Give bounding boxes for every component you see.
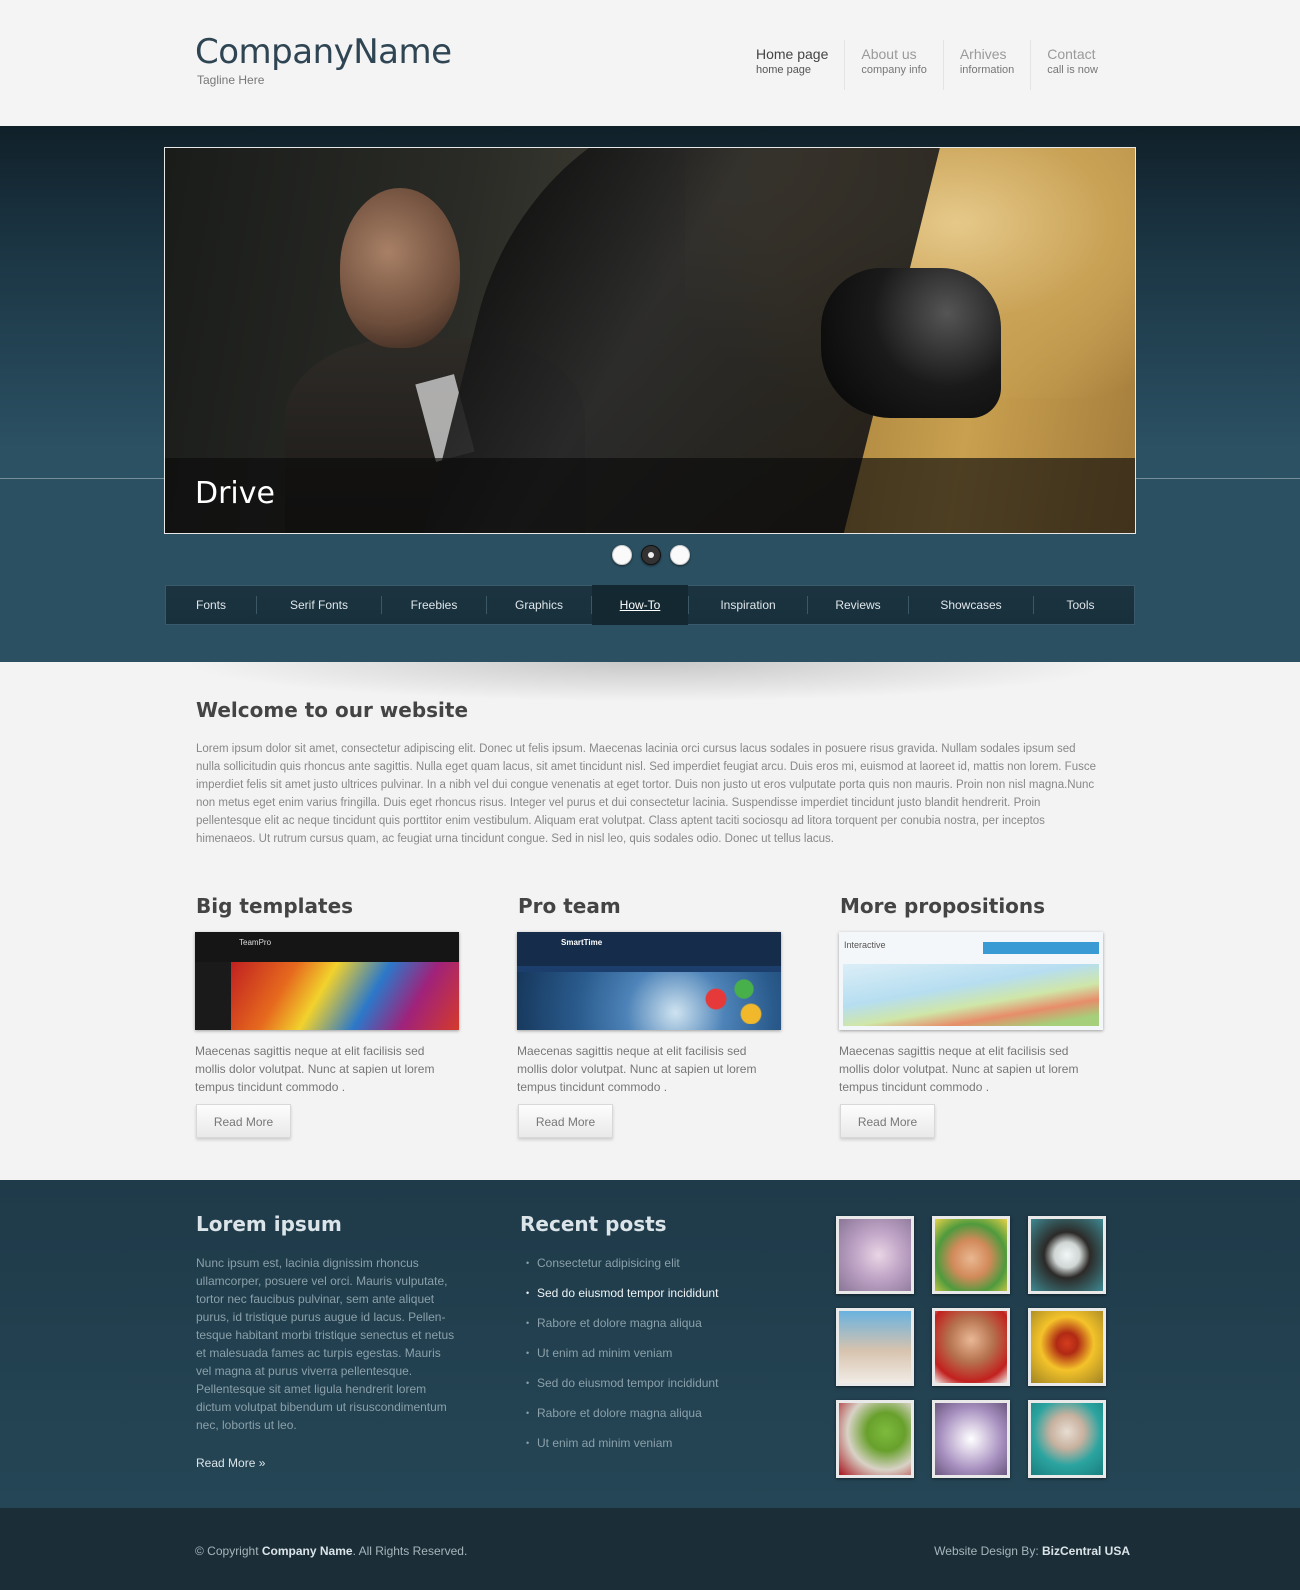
main-nav: Fonts Serif Fonts Freebies Graphics How-… — [165, 585, 1135, 625]
top-nav-label: About us — [861, 46, 917, 62]
bottom-bar: © Copyright Company Name. All Rights Res… — [0, 1508, 1300, 1590]
feature-column-propositions: More propositions Interactive Maecenas s… — [839, 894, 1104, 1138]
gallery-woman-flower-photo[interactable] — [932, 1308, 1010, 1386]
slider-dot-1[interactable] — [612, 545, 632, 565]
thumb-header — [517, 932, 781, 966]
main-nav-inspiration[interactable]: Inspiration — [689, 585, 807, 625]
read-more-button[interactable]: Read More — [196, 1104, 291, 1138]
gallery-cup-rose-photo[interactable] — [836, 1400, 914, 1478]
feature-column-templates: Big templates TeamPro Maecenas sagittis … — [195, 894, 460, 1138]
top-nav-label: Home page — [756, 46, 829, 62]
thumb-header — [983, 942, 1099, 954]
gallery-friends-photo[interactable] — [1028, 1216, 1106, 1294]
copyright-suffix: . All Rights Reserved. — [352, 1544, 468, 1558]
top-nav-home[interactable]: Home page home page — [740, 40, 844, 90]
feature-text: Maecenas sagittis neque at elit facilisi… — [839, 1044, 1079, 1094]
recent-post-link[interactable]: Ut enim ad minim veniam — [526, 1344, 718, 1374]
feature-title: Pro team — [518, 894, 621, 918]
top-nav-contact[interactable]: Contact call is now — [1030, 40, 1114, 90]
feature-text: Maecenas sagittis neque at elit facilisi… — [195, 1044, 435, 1094]
main-nav-serif-fonts[interactable]: Serif Fonts — [257, 585, 381, 625]
slider-dot-3[interactable] — [670, 545, 690, 565]
footer-posts-title: Recent posts — [520, 1212, 667, 1236]
copyright-text: © Copyright Company Name. All Rights Res… — [195, 1544, 467, 1558]
main-nav-fonts[interactable]: Fonts — [166, 585, 256, 625]
top-nav-sublabel: home page — [756, 64, 812, 76]
credit-company-link[interactable]: BizCentral USA — [1042, 1544, 1130, 1558]
slider-dot-2[interactable] — [641, 545, 661, 565]
slide-caption-bar: Drive — [165, 458, 1135, 533]
thumb-art — [231, 962, 459, 1030]
footer-band: Lorem ipsum Nunc ipsum est, lacinia dign… — [0, 1180, 1300, 1508]
top-nav-sublabel: information — [959, 64, 1015, 76]
thumb-label: SmartTime — [561, 938, 603, 947]
footer-read-more-link[interactable]: Read More » — [196, 1456, 265, 1470]
recent-post-link[interactable]: Rabore et dolore magna aliqua — [526, 1314, 718, 1344]
thumb-header — [195, 932, 459, 962]
main-nav-reviews[interactable]: Reviews — [808, 585, 908, 625]
hero-slider[interactable]: Drive — [164, 147, 1136, 534]
slide-caption: Drive — [195, 476, 275, 511]
recent-posts-list: Consectetur adipisicing elit Sed do eius… — [526, 1254, 718, 1464]
gallery-scarf-eyes-photo[interactable] — [1028, 1400, 1106, 1478]
gallery-child-photo[interactable] — [932, 1216, 1010, 1294]
site-header: CompanyName Tagline Here Home page home … — [0, 0, 1300, 126]
feature-title: Big templates — [196, 894, 354, 918]
recent-post-link[interactable]: Consectetur adipisicing elit — [526, 1254, 718, 1284]
feature-thumbnail[interactable]: TeamPro — [195, 932, 459, 1030]
credit-prefix: Website Design By: — [934, 1544, 1042, 1558]
copyright-company: Company Name — [261, 1544, 353, 1558]
main-nav-graphics[interactable]: Graphics — [487, 585, 591, 625]
top-nav-sublabel: company info — [861, 64, 927, 76]
top-nav: Home page home page About us company inf… — [740, 40, 1114, 90]
main-nav-freebies[interactable]: Freebies — [382, 585, 486, 625]
gallery-purple-flower-photo[interactable] — [932, 1400, 1010, 1478]
footer-about-title: Lorem ipsum — [196, 1212, 342, 1236]
recent-post-link[interactable]: Rabore et dolore magna aliqua — [526, 1404, 718, 1434]
feature-column-team: Pro team SmartTime Maecenas sagittis neq… — [517, 894, 782, 1138]
main-content: Welcome to our website Lorem ipsum dolor… — [0, 662, 1300, 1180]
slider-pagination — [612, 545, 690, 565]
top-nav-about[interactable]: About us company info — [844, 40, 942, 90]
logo[interactable]: CompanyName — [195, 32, 452, 72]
feature-text: Maecenas sagittis neque at elit facilisi… — [517, 1044, 757, 1094]
footer-about-text: Nunc ipsum est, lacinia dignissim rhoncu… — [196, 1256, 455, 1432]
recent-post-link[interactable]: Sed do eiusmod tempor incididunt — [526, 1374, 718, 1404]
main-nav-showcases[interactable]: Showcases — [909, 585, 1033, 625]
thumb-label: Interactive — [844, 940, 886, 950]
recent-post-link[interactable]: Sed do eiusmod tempor incididunt — [526, 1284, 718, 1314]
gallery-couple-photo[interactable] — [836, 1308, 914, 1386]
thumb-label: TeamPro — [239, 938, 272, 947]
slide-car-mirror — [821, 268, 1001, 418]
top-nav-label: Arhives — [959, 46, 1007, 62]
feature-thumbnail[interactable]: SmartTime — [517, 932, 781, 1030]
slide-driver-head — [340, 188, 460, 348]
content-shadow — [180, 662, 1120, 702]
read-more-button[interactable]: Read More — [518, 1104, 613, 1138]
copyright-prefix: © Copyright — [195, 1544, 262, 1558]
welcome-title: Welcome to our website — [196, 698, 469, 722]
feature-thumbnail[interactable]: Interactive — [839, 932, 1103, 1030]
top-nav-sublabel: call is now — [1047, 64, 1098, 76]
gallery-ladybug-photo[interactable] — [1028, 1308, 1106, 1386]
top-nav-archives[interactable]: Arhives information — [942, 40, 1030, 90]
welcome-text: Lorem ipsum dolor sit amet, consectetur … — [196, 743, 1096, 845]
tagline: Tagline Here — [197, 73, 265, 87]
design-credit: Website Design By: BizCentral USA — [934, 1544, 1130, 1558]
recent-post-link[interactable]: Ut enim ad minim veniam — [526, 1434, 718, 1464]
thumb-art-balls — [695, 974, 765, 1024]
photo-gallery — [836, 1216, 1108, 1478]
feature-title: More propositions — [840, 894, 1046, 918]
thumb-art — [843, 964, 1099, 1026]
main-nav-how-to[interactable]: How-To — [592, 585, 688, 625]
gallery-flower-photo[interactable] — [836, 1216, 914, 1294]
read-more-button[interactable]: Read More — [840, 1104, 935, 1138]
main-nav-tools[interactable]: Tools — [1034, 585, 1127, 625]
top-nav-label: Contact — [1047, 46, 1096, 62]
